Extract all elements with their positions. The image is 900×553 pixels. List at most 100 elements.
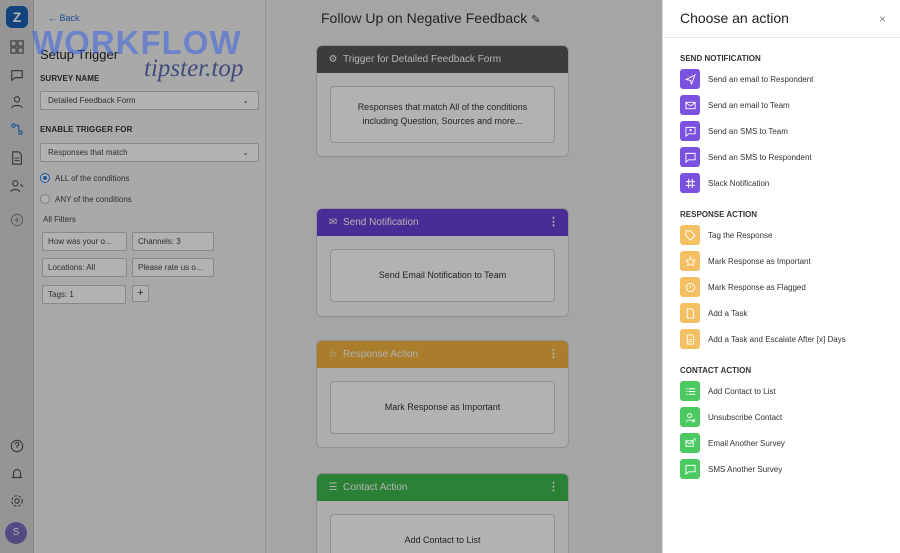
trigger-card[interactable]: ⚙ Trigger for Detailed Feedback Form Resp… [316,45,569,157]
response-action-header: ☆ Response Action ⋮ [317,341,568,368]
action-label: Mark Response as Important [708,256,811,266]
action-label: Add Contact to List [708,386,776,396]
divider [663,37,900,38]
chat-icon [680,147,700,167]
trigger-icon: ⚙ [328,54,338,65]
contact-action-body[interactable]: Add Contact to List [330,514,555,553]
bell-icon[interactable] [6,465,28,483]
enable-trigger-label: ENABLE TRIGGER FOR [40,125,133,134]
section-response-action: RESPONSE ACTION [680,210,758,219]
action-label: Send an email to Team [708,100,790,110]
list-icon: ☰ [328,482,338,493]
action-email-another-survey[interactable]: Email Another Survey [680,433,785,453]
action-email-respondent[interactable]: Send an email to Respondent [680,69,813,89]
kebab-menu-icon[interactable]: ⋮ [548,474,559,501]
radio-unselected-icon [40,194,50,204]
action-label: SMS Another Survey [708,464,783,474]
edit-pencil-icon[interactable]: ✎ [531,14,540,26]
enable-trigger-value: Responses that match [48,148,128,157]
action-label: Add a Task and Escalate After [x] Days [708,334,846,344]
trigger-card-title: Trigger for Detailed Feedback Form [343,54,502,65]
action-email-team[interactable]: Send an email to Team [680,95,790,115]
task-icon [680,303,700,323]
action-tag-response[interactable]: Tag the Response [680,225,773,245]
panel-title: Choose an action [680,10,789,26]
filter-chip[interactable]: Channels: 3 [132,232,214,251]
user-icon[interactable] [6,93,28,111]
action-label: Tag the Response [708,230,773,240]
survey-name-select[interactable]: Detailed Feedback Form ⌄ [40,91,259,110]
escalate-icon [680,329,700,349]
chevron-down-icon: ⌄ [242,148,249,157]
flag-icon [680,277,700,297]
back-link[interactable]: ← Back [48,13,80,23]
action-add-contact-list[interactable]: Add Contact to List [680,381,776,401]
radio-all-conditions[interactable]: ALL of the conditions [40,173,129,183]
filter-chip[interactable]: Tags: 1 [42,285,126,304]
action-label: Mark Response as Flagged [708,282,806,292]
action-mark-flagged[interactable]: Mark Response as Flagged [680,277,806,297]
chevron-down-icon: ⌄ [242,96,249,105]
action-mark-important[interactable]: Mark Response as Important [680,251,811,271]
app-logo[interactable]: Z [6,6,28,28]
filter-chip[interactable]: Please rate us o... [132,258,214,277]
response-action-card[interactable]: ☆ Response Action ⋮ Mark Response as Impor… [316,340,569,448]
filter-chip[interactable]: Locations: All [42,258,127,277]
close-icon[interactable]: × [879,12,886,26]
filter-chip[interactable]: How was your o... [42,232,127,251]
action-label: Send an SMS to Respondent [708,152,812,162]
send-icon [680,69,700,89]
dashboard-icon[interactable] [6,38,28,56]
contacts-icon[interactable] [6,177,28,195]
kebab-menu-icon[interactable]: ⋮ [548,209,559,236]
contact-action-title: Contact Action [343,482,408,493]
email-survey-icon [680,433,700,453]
action-label: Slack Notification [708,178,770,188]
action-add-task[interactable]: Add a Task [680,303,747,323]
action-sms-another-survey[interactable]: SMS Another Survey [680,459,782,479]
survey-name-label: SURVEY NAME [40,74,100,83]
page-title: Follow Up on Negative Feedback ✎ [321,10,540,26]
radio-all-label: ALL of the conditions [55,173,130,183]
all-filters-label: All Filters [43,215,76,224]
action-label: Email Another Survey [708,438,785,448]
enable-trigger-select[interactable]: Responses that match ⌄ [40,143,259,162]
avatar[interactable]: S [5,522,27,544]
workflow-canvas: Follow Up on Negative Feedback ✎ ⚙ Trigger… [266,0,662,553]
send-notification-card[interactable]: ✉ Send Notification ⋮ Send Email Notificat… [316,208,569,317]
choose-action-panel: Choose an action × SEND NOTIFICATION Sen… [662,0,900,553]
gear-icon[interactable] [6,492,28,510]
watermark-domain: tipster.top [144,55,244,82]
action-label: Send an SMS to Team [708,126,788,136]
section-send-notification: SEND NOTIFICATION [680,54,761,63]
workflow-icon[interactable] [6,120,28,138]
kebab-menu-icon[interactable]: ⋮ [548,341,559,368]
action-add-task-escalate[interactable]: Add a Task and Escalate After [x] Days [680,329,846,349]
chat-team-icon [680,121,700,141]
action-sms-team[interactable]: Send an SMS to Team [680,121,788,141]
survey-name-value: Detailed Feedback Form [48,96,136,105]
response-action-body[interactable]: Mark Response as Important [330,381,555,434]
radio-any-conditions[interactable]: ANY of the conditions [40,194,132,204]
action-unsubscribe-contact[interactable]: Unsubscribe Contact [680,407,782,427]
action-slack[interactable]: Slack Notification [680,173,769,193]
left-rail: Z S [0,0,34,553]
document-icon[interactable] [6,149,28,167]
contact-action-card[interactable]: ☰ Contact Action ⋮ Add Contact to List [316,473,569,553]
star-icon [680,251,700,271]
send-notification-header: ✉ Send Notification ⋮ [317,209,568,236]
action-label: Unsubscribe Contact [708,412,783,422]
trigger-card-body[interactable]: Responses that match All of the conditio… [330,86,555,143]
add-icon[interactable] [6,211,28,229]
chat-icon[interactable] [6,66,28,84]
mail-icon [680,95,700,115]
mail-icon: ✉ [328,217,338,228]
add-filter-button[interactable]: + [132,285,149,302]
help-icon[interactable] [6,437,28,455]
action-sms-respondent[interactable]: Send an SMS to Respondent [680,147,812,167]
action-label: Add a Task [708,308,748,318]
send-notification-body[interactable]: Send Email Notification to Team [330,249,555,302]
back-label: Back [59,13,80,23]
trigger-card-header: ⚙ Trigger for Detailed Feedback Form [317,46,568,73]
send-notification-title: Send Notification [343,217,419,228]
